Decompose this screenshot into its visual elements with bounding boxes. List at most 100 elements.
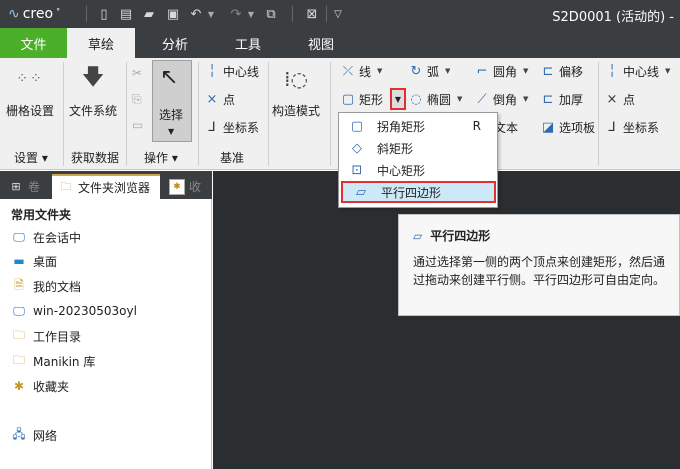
csys-icon: ⅃ (608, 119, 616, 135)
fillet-dropdown-icon[interactable]: ▼ (523, 67, 528, 75)
divider (63, 62, 64, 166)
folder-in-session[interactable]: 🖵 在会话中 (11, 227, 81, 247)
offset-button[interactable]: ⊏ 偏移 (540, 60, 583, 82)
csys-button-2[interactable]: ⅃ 坐标系 (604, 116, 659, 138)
network-icon: 🖧 (12, 426, 26, 441)
paste-icon[interactable]: ▭ (132, 114, 143, 136)
panel-tabs: ⊞ 卷 🗀 文件夹浏览器 ✱ 收 (0, 171, 212, 199)
centerline-button-2[interactable]: ╎ 中心线 ▼ (604, 60, 670, 82)
ellipse-button[interactable]: ◌ 椭圆 ▼ (408, 88, 462, 110)
window-title: S2D0001 (活动的) - (552, 10, 674, 25)
centerline-icon: ╎ (208, 63, 216, 79)
print-icon[interactable]: ▤ (116, 4, 136, 24)
undo-icon[interactable]: ↶ (186, 4, 206, 24)
divider (292, 6, 293, 22)
csys-icon: ⅃ (208, 119, 216, 135)
centerline-button[interactable]: ╎ 中心线 (204, 60, 259, 82)
desktop-icon: ▬ (13, 254, 25, 268)
folder-manikin-library[interactable]: 🗀 Manikin 库 (11, 351, 95, 371)
menu-item-center-rectangle[interactable]: ⊡ 中心矩形 (339, 159, 497, 181)
regenerate-icon[interactable]: ⧉ (261, 4, 281, 24)
tab-view[interactable]: 视图 (281, 28, 361, 58)
divider (326, 6, 327, 22)
menu-item-parallelogram[interactable]: ▱ 平行四边形 (341, 181, 496, 203)
tab-model-tree[interactable]: ⊞ 卷 (4, 174, 48, 199)
divider (86, 6, 87, 22)
thicken-button[interactable]: ⊏ 加厚 (540, 88, 583, 110)
centerline-dropdown-icon[interactable]: ▼ (665, 67, 670, 75)
construct-mode-icon: ⁞◌ (284, 67, 308, 91)
divider (268, 62, 269, 166)
tab-file[interactable]: 文件 (0, 28, 67, 58)
point-icon: × (606, 91, 618, 107)
tooltip-body: 通过选择第一侧的两个顶点来创建矩形，然后通过拖动来创建平行侧。平行四边形可自由定… (413, 255, 666, 287)
file-system-button[interactable]: 🡇 文件系统 (69, 62, 117, 119)
parallelogram-icon: ▱ (356, 184, 366, 200)
folder-desktop[interactable]: ▬ 桌面 (11, 251, 57, 271)
logo-text: creo (22, 6, 54, 22)
arc-dropdown-icon[interactable]: ▼ (445, 67, 450, 75)
tab-analysis[interactable]: 分析 (135, 28, 215, 58)
redo-icon[interactable]: ↷ (226, 4, 246, 24)
star-folder-icon: ✱ (13, 379, 25, 393)
rectangle-dropdown-icon[interactable]: ▼ (390, 88, 406, 110)
open-folder-icon[interactable]: ▰ (139, 4, 159, 24)
divider (598, 62, 599, 166)
folder-browser-panel: ⊞ 卷 🗀 文件夹浏览器 ✱ 收 常用文件夹 🖵 在会话中 ▬ 桌面 🗎 我的文档 🖵 win… (0, 171, 212, 469)
group-settings[interactable]: 设置 ▾ (14, 149, 48, 166)
ellipse-dropdown-icon[interactable]: ▼ (457, 95, 462, 103)
folder-computer[interactable]: 🖵 win-20230503oyl (11, 301, 137, 321)
tab-tools[interactable]: 工具 (215, 28, 281, 58)
select-dropdown-icon[interactable]: ▼ (168, 127, 174, 136)
folder-network[interactable]: 🖧 网络 (11, 425, 57, 445)
documents-icon: 🗎 (14, 277, 24, 292)
undo-dropdown-icon[interactable]: ▼ (206, 4, 216, 24)
grid-settings-button[interactable]: ⁘⁘ 栅格设置 (6, 62, 54, 119)
point-button-2[interactable]: × 点 (604, 88, 635, 110)
tab-sketch[interactable]: 草绘 (67, 28, 135, 58)
model-tree-icon: ⊞ (11, 180, 21, 193)
copy-icon[interactable]: ⎘ (132, 88, 142, 110)
ribbon-tab-bar: 文件 草绘 分析 工具 视图 (0, 28, 680, 58)
arc-button[interactable]: ↻ 弧 ▼ (408, 60, 451, 82)
csys-button[interactable]: ⅃ 坐标系 (204, 116, 259, 138)
close-window-icon[interactable]: ⊠ (302, 4, 322, 24)
rectangle-dropdown-menu: ▢ 拐角矩形 R ◇ 斜矩形 ⊡ 中心矩形 ▱ 平行四边形 (338, 112, 498, 208)
folder-favorites[interactable]: ✱ 收藏夹 (11, 376, 69, 396)
file-system-label: 文件系统 (69, 104, 118, 118)
working-dir-icon: 🗀 (12, 327, 25, 342)
group-operations[interactable]: 操作 ▾ (144, 149, 178, 166)
customize-toolbar-icon[interactable]: ▽ (328, 4, 348, 24)
cursor-arrow-icon: ↖ (160, 65, 179, 90)
grid-settings-label: 栅格设置 (6, 104, 55, 118)
palette-button[interactable]: ◪ 选项板 (540, 116, 595, 138)
shortcut-key: R (472, 119, 481, 133)
offset-icon: ⊏ (542, 63, 554, 79)
construct-mode-label: 构造模式 (272, 104, 321, 118)
line-button[interactable]: ⤫ 线 ▼ (340, 60, 383, 82)
file-system-icon: 🡇 (81, 65, 105, 90)
computer-icon: 🖵 (13, 303, 25, 318)
select-button[interactable]: ↖ 选择 ▼ (152, 60, 192, 142)
slanted-rectangle-icon: ◇ (352, 140, 362, 156)
tab-folder-browser[interactable]: 🗀 文件夹浏览器 (52, 174, 160, 199)
rectangle-button[interactable]: ▢ 矩形 (340, 88, 383, 110)
tooltip-title: ▱ 平行四边形 (413, 228, 491, 244)
save-icon[interactable]: ▣ (163, 4, 183, 24)
menu-item-slanted-rectangle[interactable]: ◇ 斜矩形 (339, 137, 497, 159)
construct-mode-button[interactable]: ⁞◌ 构造模式 (272, 62, 320, 119)
point-button[interactable]: × 点 (204, 88, 235, 110)
chamfer-button[interactable]: ⟋ 倒角 ▼ (474, 88, 528, 110)
tab-favorites[interactable]: ✱ 收 (165, 174, 209, 199)
cut-icon[interactable]: ✂ (132, 62, 142, 84)
folder-working-directory[interactable]: 🗀 工作目录 (11, 326, 81, 346)
favorites-icon: ✱ (169, 178, 185, 195)
fillet-button[interactable]: ⌐ 圆角 ▼ (474, 60, 529, 82)
new-file-icon[interactable]: ▯ (94, 4, 114, 24)
folder-my-documents[interactable]: 🗎 我的文档 (11, 276, 81, 296)
chamfer-dropdown-icon[interactable]: ▼ (523, 95, 528, 103)
ellipse-icon: ◌ (410, 91, 422, 107)
line-dropdown-icon[interactable]: ▼ (377, 67, 382, 75)
redo-dropdown-icon[interactable]: ▼ (246, 4, 256, 24)
menu-item-corner-rectangle[interactable]: ▢ 拐角矩形 R (339, 115, 497, 137)
